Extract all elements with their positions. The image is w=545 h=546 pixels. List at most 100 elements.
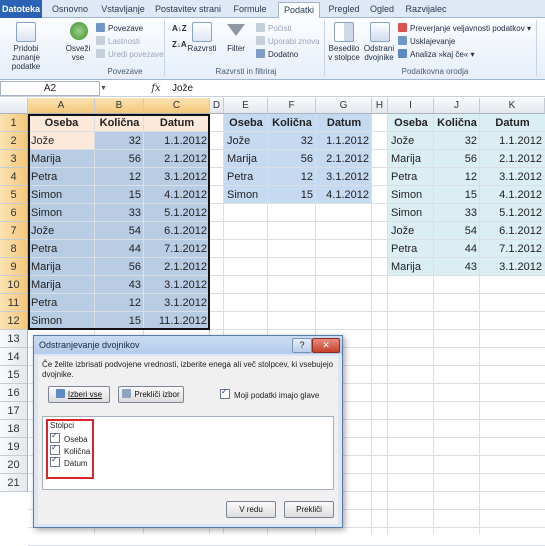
consolidate-button[interactable]: Usklajevanje xyxy=(398,36,455,46)
get-external-data-button[interactable]: Pridobi zunanje podatke xyxy=(2,44,50,71)
table1-cell[interactable]: 12 xyxy=(95,168,144,186)
row-header-16[interactable]: 16 xyxy=(0,384,28,402)
name-box[interactable]: A2 xyxy=(0,81,100,96)
table2-header-qty[interactable]: Količna xyxy=(268,114,316,132)
table3-cell[interactable]: 54 xyxy=(434,222,480,240)
table1-cell[interactable]: 12 xyxy=(95,294,144,312)
table1-cell[interactable]: 6.1.2012 xyxy=(144,222,210,240)
column-header-g[interactable]: G xyxy=(316,98,372,114)
filter-button[interactable]: Filter xyxy=(222,44,250,53)
row-header-3[interactable]: 3 xyxy=(0,150,28,168)
table3-header-qty[interactable]: Količna xyxy=(434,114,480,132)
table2-cell[interactable]: 56 xyxy=(268,150,316,168)
table1-cell[interactable]: Marija xyxy=(28,150,95,168)
edit-links-button[interactable]: Uredi povezave xyxy=(96,49,164,59)
column-header-b[interactable]: B xyxy=(95,98,144,114)
table3-cell[interactable]: 44 xyxy=(434,240,480,258)
cancel-button[interactable]: Prekliči xyxy=(284,501,334,518)
unselect-all-button[interactable]: Prekliči izbor xyxy=(118,386,184,403)
table1-cell[interactable]: 2.1.2012 xyxy=(144,150,210,168)
table2-cell[interactable]: Jože xyxy=(224,132,268,150)
column-header-k[interactable]: K xyxy=(480,98,545,114)
table1-header-name[interactable]: Oseba xyxy=(28,114,95,132)
help-button[interactable]: ? xyxy=(292,338,312,353)
table1-cell[interactable]: Marija xyxy=(28,276,95,294)
table2-cell[interactable]: 3.1.2012 xyxy=(316,168,372,186)
table3-header-date[interactable]: Datum xyxy=(480,114,545,132)
table1-cell[interactable]: Jože xyxy=(28,222,95,240)
row-header-5[interactable]: 5 xyxy=(0,186,28,204)
table3-cell[interactable]: 3.1.2012 xyxy=(480,168,545,186)
column-header-h[interactable]: H xyxy=(372,98,388,114)
name-box-dropdown-icon[interactable]: ▼ xyxy=(100,81,110,96)
table2-cell[interactable]: 15 xyxy=(268,186,316,204)
table3-cell[interactable]: Simon xyxy=(388,186,434,204)
sort-button[interactable]: Razvrsti xyxy=(186,44,218,53)
table1-cell[interactable]: 11.1.2012 xyxy=(144,312,210,330)
row-header-2[interactable]: 2 xyxy=(0,132,28,150)
insert-function-icon[interactable]: fx xyxy=(148,81,164,96)
table3-header-name[interactable]: Oseba xyxy=(388,114,434,132)
table1-cell[interactable]: 7.1.2012 xyxy=(144,240,210,258)
table2-cell[interactable]: Simon xyxy=(224,186,268,204)
column-header-c[interactable]: C xyxy=(144,98,210,114)
table1-cell[interactable]: Simon xyxy=(28,186,95,204)
formula-value[interactable]: Jože xyxy=(172,81,193,96)
table2-cell[interactable]: Petra xyxy=(224,168,268,186)
clear-filter-button[interactable]: Počisti xyxy=(256,23,292,33)
refresh-all-button[interactable]: Osveži vse xyxy=(62,44,94,62)
table1-cell[interactable]: 1.1.2012 xyxy=(144,132,210,150)
row-header-9[interactable]: 9 xyxy=(0,258,28,276)
table3-cell[interactable]: Jože xyxy=(388,222,434,240)
column-header-j[interactable]: J xyxy=(434,98,480,114)
table3-cell[interactable]: 33 xyxy=(434,204,480,222)
table2-header-date[interactable]: Datum xyxy=(316,114,372,132)
ok-button[interactable]: V redu xyxy=(226,501,276,518)
table1-cell[interactable]: Petra xyxy=(28,168,95,186)
remove-duplicates-button[interactable]: Odstrani dvojnike xyxy=(362,44,396,62)
row-header-7[interactable]: 7 xyxy=(0,222,28,240)
tab-page-layout[interactable]: Postavitev strani xyxy=(152,2,224,17)
table3-cell[interactable]: Marija xyxy=(388,258,434,276)
properties-button[interactable]: Lastnosti xyxy=(96,36,140,46)
data-validation-button[interactable]: Preverjanje veljavnosti podatkov ▾ xyxy=(398,23,531,33)
table3-cell[interactable]: 2.1.2012 xyxy=(480,150,545,168)
table3-cell[interactable]: 56 xyxy=(434,150,480,168)
column-header-e[interactable]: E xyxy=(224,98,268,114)
has-headers-checkbox[interactable]: Moji podatki imajo glave xyxy=(220,387,319,400)
table2-cell[interactable]: 12 xyxy=(268,168,316,186)
table2-cell[interactable]: Marija xyxy=(224,150,268,168)
tab-insert[interactable]: Vstavljanje xyxy=(98,2,148,17)
table1-cell[interactable]: Petra xyxy=(28,294,95,312)
table1-cell[interactable]: 15 xyxy=(95,186,144,204)
row-header-8[interactable]: 8 xyxy=(0,240,28,258)
table1-cell[interactable]: 56 xyxy=(95,150,144,168)
table3-cell[interactable]: Jože xyxy=(388,132,434,150)
table1-cell[interactable]: Jože xyxy=(28,132,95,150)
table1-cell[interactable]: 5.1.2012 xyxy=(144,204,210,222)
table1-cell[interactable]: 3.1.2012 xyxy=(144,168,210,186)
table3-cell[interactable]: Marija xyxy=(388,150,434,168)
advanced-filter-button[interactable]: Dodatno xyxy=(256,49,298,59)
sort-za-icon[interactable]: Z↓A xyxy=(172,40,187,49)
column-header-a[interactable]: A xyxy=(28,98,95,114)
table1-cell[interactable]: Simon xyxy=(28,204,95,222)
table3-cell[interactable]: 4.1.2012 xyxy=(480,186,545,204)
tab-review[interactable]: Pregled xyxy=(326,2,362,17)
tab-formulas[interactable]: Formule xyxy=(230,2,270,17)
column-header-i[interactable]: I xyxy=(388,98,434,114)
column-header-d[interactable]: D xyxy=(210,98,224,114)
row-header-1[interactable]: 1 xyxy=(0,114,28,132)
table2-header-name[interactable]: Oseba xyxy=(224,114,268,132)
table3-cell[interactable]: 7.1.2012 xyxy=(480,240,545,258)
row-header-14[interactable]: 14 xyxy=(0,348,28,366)
column-header-f[interactable]: F xyxy=(268,98,316,114)
table3-cell[interactable]: 32 xyxy=(434,132,480,150)
table1-cell[interactable]: 3.1.2012 xyxy=(144,294,210,312)
row-header-15[interactable]: 15 xyxy=(0,366,28,384)
close-button[interactable]: ✕ xyxy=(312,338,340,353)
table3-cell[interactable]: Simon xyxy=(388,204,434,222)
row-header-18[interactable]: 18 xyxy=(0,420,28,438)
table1-cell[interactable]: 44 xyxy=(95,240,144,258)
tab-file[interactable]: Datoteka xyxy=(0,0,42,18)
